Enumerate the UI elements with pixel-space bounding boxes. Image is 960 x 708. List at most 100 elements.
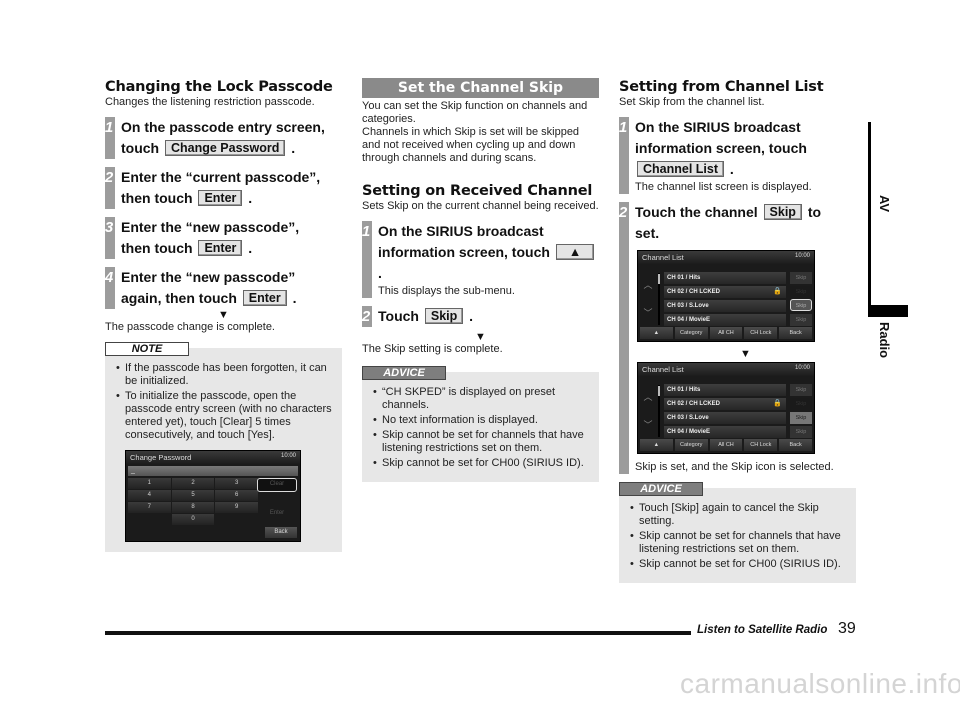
- step-number: 2: [619, 202, 629, 474]
- screen-title-bar: Change Password 10:00: [126, 451, 300, 464]
- clear-button-highlighted: Clear: [257, 478, 297, 492]
- advice-bullet: No text information is displayed.: [370, 414, 591, 427]
- section-heading: Changing the Lock Passcode: [105, 79, 333, 95]
- back-button: Back: [779, 327, 812, 339]
- step-1: 1 On the SIRIUS broadcast information scr…: [619, 117, 856, 194]
- page-number: 39: [838, 620, 856, 637]
- ch-lock-button: CH Lock: [744, 327, 778, 339]
- section-intro: Sets Skip on the current channel being r…: [362, 200, 599, 212]
- watermark: carmanualsonline.info: [680, 668, 960, 699]
- intro-paragraph: You can set the Skip function on channel…: [362, 100, 588, 125]
- section-intro: Set Skip from the channel list.: [619, 96, 765, 108]
- section-heading: Setting on Received Channel: [362, 183, 593, 199]
- keypad-key-1: 1: [128, 478, 171, 489]
- ch-lock-button: CH Lock: [744, 439, 778, 451]
- channel-row: CH 04 / MovieE: [664, 314, 786, 326]
- step-number: 1: [619, 117, 629, 194]
- step-text: Enter the “new passcode” again, then touc…: [121, 269, 297, 306]
- step-subtext: The channel list screen is displayed.: [635, 181, 812, 193]
- enter-key: Enter: [198, 240, 243, 256]
- step-number: 2: [362, 306, 372, 327]
- skip-button: Skip: [790, 314, 812, 326]
- scroll-down-icon: ﹀: [643, 308, 653, 318]
- screen-footer: ▲ Category All CH CH Lock Back: [640, 327, 812, 339]
- step-2: 2 Enter the “current passcode”, then touc…: [105, 167, 342, 209]
- keypad-key-2: 2: [171, 478, 215, 489]
- channel-row: CH 02 / CH LCKED 🔒: [664, 286, 786, 298]
- step-subtext: This displays the sub-menu.: [378, 285, 515, 297]
- up-arrow-key: ▲: [555, 244, 595, 260]
- keypad-key-5: 5: [171, 490, 215, 501]
- screen-title-bar: Channel List 10:00: [638, 251, 814, 264]
- enter-key: Enter: [198, 190, 243, 206]
- advice-label: ADVICE: [362, 366, 446, 380]
- step-text: On the SIRIUS broadcast information scree…: [635, 119, 807, 177]
- result-text: The Skip setting is complete.: [362, 343, 503, 355]
- enter-key: Enter: [242, 290, 287, 306]
- submenu-button: ▲: [640, 439, 673, 451]
- lock-icon: 🔒: [773, 400, 782, 407]
- keypad-blank: [128, 514, 171, 525]
- advice-bullet: Skip cannot be set for channels that hav…: [627, 530, 848, 556]
- advice-box: ADVICE “CH SKPED” is displayed on preset…: [362, 366, 599, 482]
- channel-row: CH 01 / Hits: [664, 384, 786, 396]
- step-text: On the passcode entry screen, touch Chang…: [121, 119, 325, 156]
- advice-bullet: Touch [Skip] again to cancel the Skip se…: [627, 502, 848, 528]
- note-bullet: If the passcode has been forgotten, it c…: [113, 362, 334, 388]
- step-number: 3: [105, 217, 115, 259]
- change-password-screen: Change Password 10:00 _ 1 2 3 4 5 6 7 8 …: [125, 450, 301, 542]
- step-2: 2 Touch Skip .: [362, 306, 599, 327]
- scroll-up-icon: ︿: [643, 280, 653, 290]
- advice-box: ADVICE Touch [Skip] again to cancel the …: [619, 482, 856, 583]
- step-text: On the SIRIUS broadcast information scree…: [378, 221, 599, 284]
- keypad: 1 2 3 4 5 6 7 8 9 0: [128, 478, 258, 525]
- keypad-blank: [215, 514, 258, 525]
- channel-list-key: Channel List: [637, 161, 725, 177]
- passcode-input: _: [128, 466, 298, 476]
- all-ch-button: All CH: [709, 327, 743, 339]
- keypad-key-0: 0: [171, 514, 215, 525]
- side-tab-line: [868, 122, 871, 307]
- step-1: 1 On the passcode entry screen, touch Cha…: [105, 117, 342, 159]
- scrollbar-thumb: [658, 274, 660, 284]
- skip-button: Skip: [790, 272, 812, 284]
- side-tab-radio: Radio: [877, 322, 892, 359]
- skip-button-disabled: Skip: [790, 398, 812, 410]
- change-password-key: Change Password: [165, 140, 286, 156]
- keypad-key-3: 3: [215, 478, 258, 489]
- advice-bullet: Skip cannot be set for channels that hav…: [370, 429, 591, 455]
- step-3: 3 Enter the “new passcode”, then touch En…: [105, 217, 342, 259]
- step-number: 4: [105, 267, 115, 309]
- channel-row: CH 04 / MovieE: [664, 426, 786, 438]
- channel-list-screen-after: Channel List 10:00 ︿ ﹀ CH 01 / Hits CH 0…: [637, 362, 815, 454]
- advice-bullet: Skip cannot be set for CH00 (SIRIUS ID).: [370, 457, 591, 470]
- step-4: 4 Enter the “new passcode” again, then to…: [105, 267, 342, 309]
- channel-row: CH 01 / Hits: [664, 272, 786, 284]
- footer-rule: [105, 631, 691, 635]
- column-channel-list: Setting from Channel List Set Skip from …: [619, 78, 856, 583]
- step-subtext: Skip is set, and the Skip icon is select…: [635, 461, 834, 473]
- note-box: NOTE If the passcode has been forgotten,…: [105, 342, 342, 552]
- step-text: Enter the “current passcode”, then touch …: [121, 169, 321, 206]
- screen-title: Channel List: [642, 253, 684, 262]
- column-channel-skip: Set the Channel Skip You can set the Ski…: [362, 78, 599, 482]
- scroll-up-icon: ︿: [643, 392, 653, 402]
- step-number: 1: [105, 117, 115, 159]
- skip-button-highlighted: Skip: [790, 299, 812, 311]
- section-heading: Setting from Channel List: [619, 79, 824, 95]
- step-2: 2 Touch the channel Skip to set. Channel …: [619, 202, 856, 474]
- keypad-key-8: 8: [171, 502, 215, 513]
- advice-label: ADVICE: [619, 482, 703, 496]
- skip-button: Skip: [790, 426, 812, 438]
- lock-icon: 🔒: [773, 288, 782, 295]
- channel-list-screen-before: Channel List 10:00 ︿ ﹀ CH 01 / Hits CH 0…: [637, 250, 815, 342]
- chapter-banner: Set the Channel Skip: [362, 78, 599, 98]
- skip-button-selected: Skip: [790, 412, 812, 424]
- step-number: 1: [362, 221, 372, 298]
- channel-row: CH 03 / S.Love: [664, 412, 786, 424]
- submenu-button: ▲: [640, 327, 673, 339]
- keypad-key-6: 6: [215, 490, 258, 501]
- all-ch-button: All CH: [709, 439, 743, 451]
- footer-chapter-title: Listen to Satellite Radio: [697, 624, 828, 636]
- step-1: 1 On the SIRIUS broadcast information scr…: [362, 221, 599, 298]
